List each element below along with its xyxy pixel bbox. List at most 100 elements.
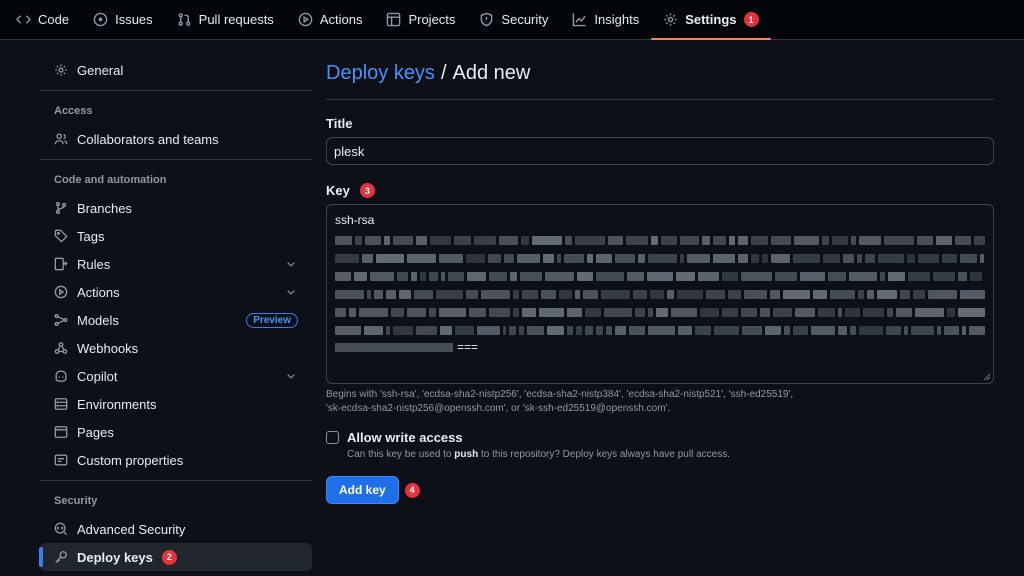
redacted-segment <box>335 236 352 245</box>
redacted-segment <box>367 290 372 299</box>
title-input[interactable]: plesk <box>326 137 994 165</box>
redacted-segment <box>784 326 790 335</box>
redacted-segment <box>510 272 517 281</box>
redacted-segment <box>741 272 772 281</box>
redacted-segment <box>928 290 957 299</box>
redacted-segment <box>863 308 885 317</box>
redacted-segment <box>760 308 771 317</box>
redacted-segment <box>441 272 445 281</box>
redacted-segment <box>974 236 985 245</box>
redacted-segment <box>899 290 911 299</box>
chevron-down-icon[interactable] <box>284 286 298 298</box>
redacted-segment <box>647 272 673 281</box>
redacted-segment <box>335 342 453 352</box>
sidebar-item-rules[interactable]: Rules <box>40 250 312 278</box>
redacted-segment <box>721 308 738 317</box>
redacted-segment <box>335 254 359 263</box>
sidebar-item-advanced-security[interactable]: Advanced Security <box>40 515 312 543</box>
chevron-down-icon[interactable] <box>284 370 298 382</box>
redacted-segment <box>714 326 739 335</box>
tab-security[interactable]: Security <box>467 0 560 39</box>
redacted-segment <box>502 326 507 335</box>
redacted-segment <box>587 254 593 263</box>
hint-line: Begins with 'ssh-rsa', 'ecdsa-sha2-nistp… <box>326 389 794 400</box>
redacted-segment <box>614 326 627 335</box>
key-value-prefix: ssh-rsa <box>335 213 375 227</box>
key-textarea[interactable]: ssh-rsa === <box>326 204 994 384</box>
breadcrumb-deploy-keys-link[interactable]: Deploy keys <box>326 62 435 85</box>
resize-handle-icon[interactable] <box>983 373 991 381</box>
sidebar-item-models[interactable]: Models Preview <box>40 306 312 334</box>
tab-insights[interactable]: Insights <box>560 0 651 39</box>
tab-issues[interactable]: Issues <box>81 0 165 39</box>
sidebar-item-collaborators[interactable]: Collaborators and teams <box>40 125 312 153</box>
redacted-segment <box>960 254 977 263</box>
sidebar-item-actions[interactable]: Actions <box>40 278 312 306</box>
redacted-segment <box>858 326 883 335</box>
redacted-segment <box>706 290 725 299</box>
redacted-segment <box>467 272 486 281</box>
redacted-segment <box>666 290 674 299</box>
redacted-segment <box>397 272 408 281</box>
sidebar-item-branches[interactable]: Branches <box>40 194 312 222</box>
redacted-segment <box>604 308 632 317</box>
redacted-segment <box>546 326 565 335</box>
redacted-segment <box>429 236 452 245</box>
redacted-segment <box>488 254 501 263</box>
redacted-segment <box>849 272 877 281</box>
redacted-segment <box>385 326 390 335</box>
redacted-segment <box>647 326 676 335</box>
rules-icon <box>54 257 68 271</box>
redacted-segment <box>878 254 904 263</box>
redacted-segment <box>407 254 436 263</box>
redacted-segment <box>392 236 413 245</box>
redacted-segment <box>849 326 856 335</box>
redacted-segment <box>354 272 367 281</box>
redacted-segment <box>436 290 463 299</box>
sidebar-item-label: Copilot <box>77 368 118 384</box>
redacted-segment <box>884 236 915 245</box>
sidebar-item-environments[interactable]: Environments <box>40 390 312 418</box>
redacted-line <box>335 272 985 281</box>
tab-label: Issues <box>115 12 153 27</box>
tab-actions[interactable]: Actions <box>286 0 375 39</box>
redacted-segment <box>907 254 915 263</box>
tab-code[interactable]: Code <box>4 0 81 39</box>
redacted-segment <box>647 308 653 317</box>
redacted-segment <box>661 236 678 245</box>
tab-settings[interactable]: Settings 1 <box>651 0 771 40</box>
redacted-segment <box>519 326 525 335</box>
redacted-segment <box>335 272 351 281</box>
write-access-checkbox[interactable] <box>326 431 339 444</box>
key-value-end: === <box>457 340 479 354</box>
redacted-segment <box>837 308 842 317</box>
redacted-segment <box>585 326 593 335</box>
redacted-segment <box>374 290 384 299</box>
note-icon <box>54 454 68 466</box>
sidebar-item-webhooks[interactable]: Webhooks <box>40 334 312 362</box>
sidebar-item-tags[interactable]: Tags <box>40 222 312 250</box>
sidebar-item-deploy-keys[interactable]: Deploy keys 2 <box>39 543 312 571</box>
step-marker: 3 <box>359 183 375 198</box>
redacted-segment <box>793 254 820 263</box>
redacted-segment <box>823 254 840 263</box>
sidebar-item-copilot[interactable]: Copilot <box>40 362 312 390</box>
add-key-button[interactable]: Add key <box>326 476 399 504</box>
shield-icon <box>481 12 493 27</box>
sidebar-item-pages[interactable]: Pages <box>40 418 312 446</box>
redacted-segment <box>962 326 967 335</box>
redacted-segment <box>585 308 602 317</box>
redacted-segment <box>887 308 894 317</box>
form-actions: Add key 4 <box>326 476 994 504</box>
redacted-segment <box>959 290 985 299</box>
codescan-icon <box>54 522 68 536</box>
sidebar-item-general[interactable]: General <box>40 56 312 84</box>
chevron-down-icon[interactable] <box>284 258 298 270</box>
sidebar-item-custom-properties[interactable]: Custom properties <box>40 446 312 474</box>
write-access-option[interactable]: Allow write access <box>326 430 994 445</box>
redacted-segment <box>810 326 835 335</box>
redacted-segment <box>438 308 466 317</box>
redacted-segment <box>468 308 487 317</box>
tab-pull-requests[interactable]: Pull requests <box>165 0 286 39</box>
tab-projects[interactable]: Projects <box>374 0 467 39</box>
